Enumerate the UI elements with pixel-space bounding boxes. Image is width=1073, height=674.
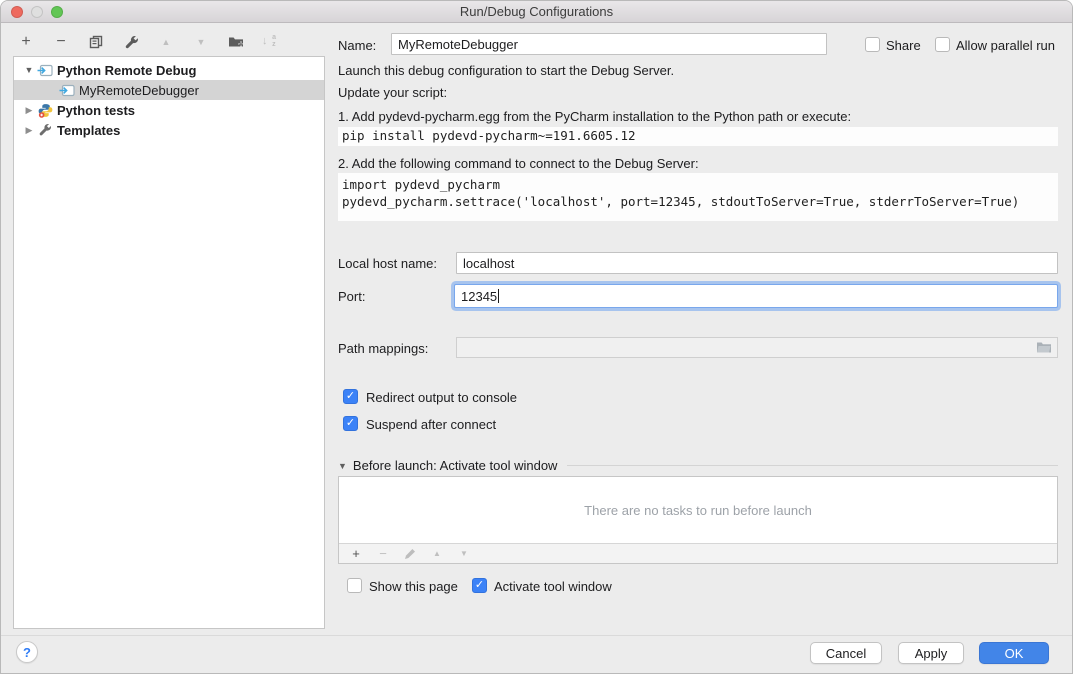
path-mappings-label: Path mappings:	[338, 341, 428, 356]
instruction-step-1: 1. Add pydevd-pycharm.egg from the PyCha…	[338, 109, 851, 124]
empty-tasks-message: There are no tasks to run before launch	[339, 477, 1057, 543]
remove-configuration-icon[interactable]: −	[52, 33, 70, 51]
copy-configuration-icon[interactable]	[87, 33, 105, 51]
allow-parallel-run-checkbox[interactable]	[935, 37, 950, 52]
window-title: Run/Debug Configurations	[460, 4, 613, 19]
chevron-collapsed-icon[interactable]: ▶	[22, 125, 36, 136]
traffic-lights	[11, 6, 63, 18]
move-task-up-icon[interactable]: ▲	[430, 547, 444, 561]
chevron-expanded-icon[interactable]: ▼	[22, 65, 36, 75]
suspend-after-connect-checkbox[interactable]: ✓	[343, 416, 358, 431]
run-debug-configurations-dialog: Run/Debug Configurations + − ▲ ▼	[0, 0, 1073, 674]
help-button[interactable]: ?	[16, 641, 38, 663]
instruction-line-1: Launch this debug configuration to start…	[338, 63, 674, 78]
tree-item-python-remote-debug[interactable]: ▼ Python Remote Debug	[14, 60, 324, 80]
tree-item-label: Python tests	[57, 103, 135, 118]
tree-item-label: Python Remote Debug	[57, 63, 196, 78]
tree-item-templates[interactable]: ▶ Templates	[14, 120, 324, 140]
python-tests-icon	[36, 103, 54, 118]
chevron-collapsed-icon[interactable]: ▶	[22, 105, 36, 116]
tree-item-label: MyRemoteDebugger	[79, 83, 199, 98]
redirect-output-label: Redirect output to console	[366, 390, 517, 405]
remove-task-icon[interactable]: −	[376, 547, 390, 561]
instruction-line-2: Update your script:	[338, 85, 447, 100]
allow-parallel-run-label: Allow parallel run	[956, 38, 1055, 53]
titlebar[interactable]: Run/Debug Configurations	[1, 1, 1072, 23]
before-launch-title: Before launch: Activate tool window	[353, 458, 558, 473]
tree-item-python-tests[interactable]: ▶ Python tests	[14, 100, 324, 120]
tasks-toolbar: + − ▲ ▼	[339, 543, 1057, 563]
close-window-button[interactable]	[11, 6, 23, 18]
name-label: Name:	[338, 38, 376, 53]
tree-item-myremotedebugger[interactable]: MyRemoteDebugger	[14, 80, 324, 100]
new-folder-icon[interactable]	[227, 33, 245, 51]
share-checkbox[interactable]	[865, 37, 880, 52]
templates-wrench-icon	[36, 123, 54, 137]
zoom-window-button[interactable]	[51, 6, 63, 18]
suspend-after-connect-label: Suspend after connect	[366, 417, 496, 432]
move-task-down-icon[interactable]: ▼	[457, 547, 471, 561]
footer-divider	[1, 635, 1072, 636]
browse-folder-icon[interactable]	[1036, 341, 1052, 354]
apply-button[interactable]: Apply	[898, 642, 964, 664]
local-host-name-input[interactable]	[456, 252, 1058, 274]
activate-tool-window-label: Activate tool window	[494, 579, 612, 594]
show-this-page-label: Show this page	[369, 579, 458, 594]
cancel-button[interactable]: Cancel	[810, 642, 882, 664]
collapse-section-icon[interactable]: ▼	[338, 461, 347, 471]
before-launch-header[interactable]: ▼ Before launch: Activate tool window	[338, 458, 1058, 473]
settrace-code-block: import pydevd_pycharmpydevd_pycharm.sett…	[338, 173, 1058, 221]
name-input[interactable]	[391, 33, 827, 55]
configurations-tree: ▼ Python Remote Debug MyRemoteDebugger ▶	[13, 56, 325, 629]
remote-debug-icon	[36, 64, 54, 77]
add-task-icon[interactable]: +	[349, 547, 363, 561]
configurations-toolbar: + − ▲ ▼ ↓	[17, 31, 276, 53]
share-label: Share	[886, 38, 921, 53]
redirect-output-checkbox[interactable]: ✓	[343, 389, 358, 404]
tree-item-label: Templates	[57, 123, 120, 138]
edit-task-icon[interactable]	[403, 547, 417, 561]
add-configuration-icon[interactable]: +	[17, 33, 35, 51]
pip-install-command: pip install pydevd-pycharm~=191.6605.12	[338, 127, 1058, 146]
text-caret	[498, 289, 499, 303]
section-divider	[567, 465, 1058, 466]
move-up-icon[interactable]: ▲	[157, 33, 175, 51]
minimize-window-button[interactable]	[31, 6, 43, 18]
ok-button[interactable]: OK	[979, 642, 1049, 664]
move-down-icon[interactable]: ▼	[192, 33, 210, 51]
activate-tool-window-checkbox[interactable]: ✓	[472, 578, 487, 593]
before-launch-tasks-panel: There are no tasks to run before launch …	[338, 476, 1058, 564]
instruction-step-2: 2. Add the following command to connect …	[338, 156, 699, 171]
local-host-name-label: Local host name:	[338, 256, 437, 271]
path-mappings-field[interactable]	[456, 337, 1058, 358]
edit-templates-icon[interactable]	[122, 33, 140, 51]
sort-configurations-icon[interactable]: ↓ az	[262, 34, 276, 50]
show-this-page-checkbox[interactable]	[347, 578, 362, 593]
port-input[interactable]: 12345	[454, 284, 1058, 308]
port-label: Port:	[338, 289, 365, 304]
remote-debug-icon	[58, 84, 76, 97]
